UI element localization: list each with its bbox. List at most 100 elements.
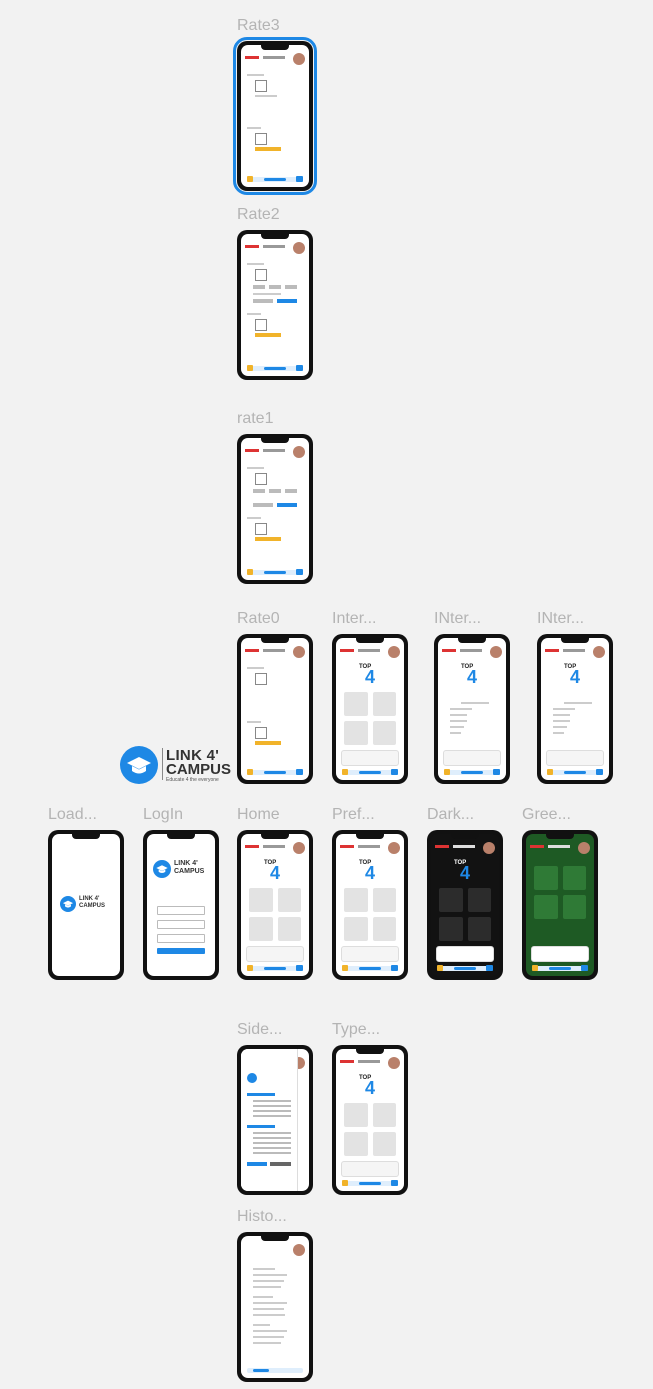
app-header [340, 1057, 400, 1069]
logo-line2: CAMPUS [166, 761, 232, 778]
phone-mockup[interactable] [522, 830, 598, 980]
graduation-cap-icon [153, 860, 171, 878]
avatar [593, 646, 605, 658]
screen: TOP 4 [541, 638, 609, 780]
chat-input[interactable] [443, 750, 501, 766]
avatar [293, 1244, 305, 1256]
phone-mockup[interactable] [237, 1232, 313, 1382]
phone-mockup[interactable]: TOP 4 [434, 634, 510, 784]
send-icon[interactable] [296, 176, 303, 182]
message-list [547, 698, 603, 738]
category-cards[interactable] [249, 888, 301, 941]
screen [241, 45, 309, 187]
chat-input[interactable] [341, 1161, 399, 1177]
avatar [293, 842, 305, 854]
rating-options[interactable] [253, 489, 297, 493]
phone-mockup[interactable] [237, 434, 313, 584]
rating-stars[interactable] [255, 537, 281, 541]
screen: LINK 4' CAMPUS [147, 834, 215, 976]
top4-logo: TOP 4 [359, 1075, 376, 1098]
frame-label: Histo... [237, 1208, 287, 1225]
document-icon [255, 80, 267, 92]
frame-label: Side... [237, 1021, 283, 1038]
star-icon[interactable] [247, 176, 253, 182]
app-header [245, 446, 305, 458]
phone-mockup[interactable]: TOP 4 [332, 1045, 408, 1195]
app-header [530, 842, 590, 854]
rating-options[interactable] [253, 285, 297, 289]
document-icon [255, 727, 267, 739]
top4-logo: TOP 4 [454, 860, 471, 883]
chat-input[interactable] [531, 946, 589, 962]
avatar [578, 842, 590, 854]
top4-logo: TOP 4 [461, 664, 478, 687]
screen [526, 834, 594, 976]
login-button[interactable] [157, 948, 205, 954]
phone-mockup[interactable] [233, 37, 317, 195]
phone-mockup[interactable] [237, 230, 313, 380]
screen [241, 438, 309, 580]
screen [241, 638, 309, 780]
document-icon [255, 269, 267, 281]
chat-input[interactable] [246, 946, 304, 962]
document-icon [255, 473, 267, 485]
phone-mockup[interactable]: TOP 4 [427, 830, 503, 980]
rating-stars[interactable] [255, 741, 281, 745]
graduation-cap-icon [120, 746, 158, 784]
side-menu-panel[interactable] [241, 1049, 298, 1191]
rating-stars[interactable] [255, 333, 281, 337]
app-header [545, 646, 605, 658]
chat-input[interactable] [341, 750, 399, 766]
history-list[interactable] [247, 1264, 303, 1348]
phone-mockup[interactable]: TOP 4 [332, 830, 408, 980]
frame-label: Gree... [522, 806, 571, 823]
screen: TOP 4 [241, 834, 309, 976]
frame-label: Load... [48, 806, 97, 823]
screen: LINK 4' CAMPUS [52, 834, 120, 976]
app-header [245, 1244, 305, 1256]
phone-mockup[interactable]: TOP 4 [237, 830, 313, 980]
frame-label: Inter... [332, 610, 377, 627]
category-cards[interactable] [344, 888, 396, 941]
screen: TOP 4 [431, 834, 499, 976]
chat-input[interactable] [546, 750, 604, 766]
category-cards[interactable] [344, 1103, 396, 1156]
document-icon [255, 673, 267, 685]
category-cards[interactable] [344, 692, 396, 745]
phone-mockup[interactable]: LINK 4' CAMPUS [143, 830, 219, 980]
bottom-bar [342, 769, 398, 775]
category-cards[interactable] [534, 866, 586, 919]
screen: TOP 4 [438, 638, 506, 780]
top4-logo: TOP 4 [359, 664, 376, 687]
email-field[interactable] [157, 920, 205, 929]
logo-text: CAMPUS [174, 868, 205, 875]
bottom-bar [547, 769, 603, 775]
bottom-bar [247, 1368, 303, 1373]
bottom-bar [247, 176, 303, 182]
document-icon [255, 133, 267, 145]
bottom-bar [342, 1180, 398, 1186]
screen: TOP 4 [336, 638, 404, 780]
submit-cancel-buttons[interactable] [253, 299, 297, 303]
frame-label: rate1 [237, 410, 274, 427]
chat-input[interactable] [436, 946, 494, 962]
frame-label: INter... [434, 610, 482, 627]
link4campus-logo: LINK 4' CAMPUS Educate 4 the everyone [120, 744, 235, 786]
avatar [388, 1057, 400, 1069]
logo-text: LINK 4' [79, 896, 100, 902]
rating-stars[interactable] [255, 147, 281, 151]
username-field[interactable] [157, 906, 205, 915]
phone-mockup[interactable]: LINK 4' CAMPUS [48, 830, 124, 980]
phone-mockup[interactable]: TOP 4 [537, 634, 613, 784]
submit-cancel-buttons[interactable] [253, 503, 297, 507]
app-header [442, 646, 502, 658]
category-cards[interactable] [439, 888, 491, 941]
phone-mockup[interactable] [237, 1045, 313, 1195]
app-header [435, 842, 495, 854]
top4-logo: TOP 4 [359, 860, 376, 883]
phone-mockup[interactable]: TOP 4 [332, 634, 408, 784]
chat-input[interactable] [341, 946, 399, 962]
password-field[interactable] [157, 934, 205, 943]
phone-mockup[interactable] [237, 634, 313, 784]
avatar [293, 446, 305, 458]
